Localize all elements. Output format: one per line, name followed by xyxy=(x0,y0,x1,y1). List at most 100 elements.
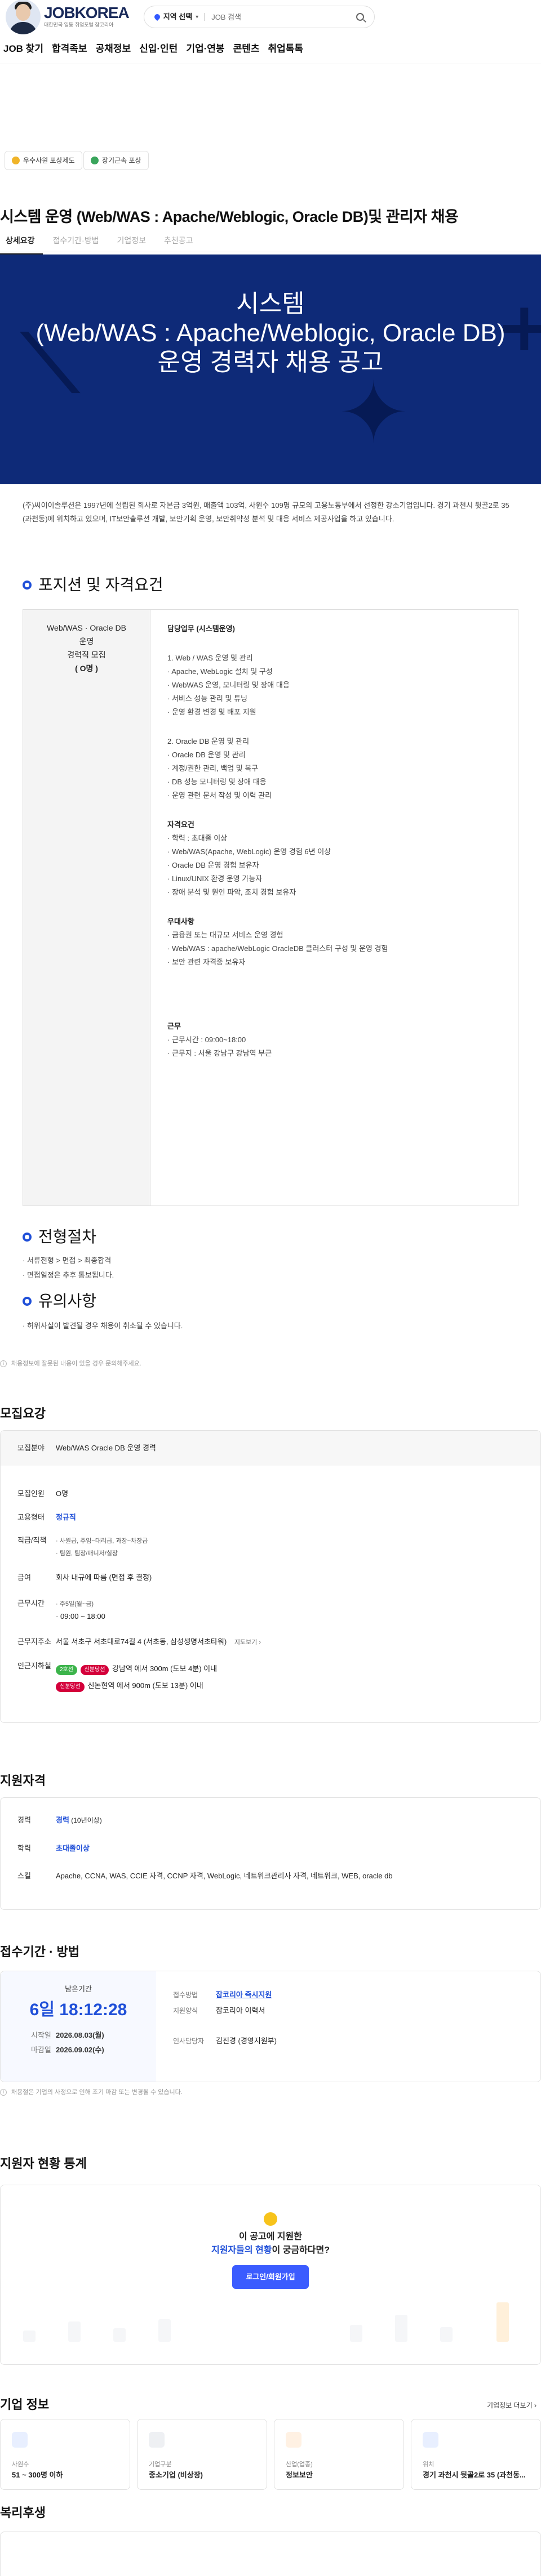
caution-list: · 허위사실이 발견될 경우 채용이 취소될 수 있습니다. xyxy=(23,1319,183,1333)
thinking-face-icon xyxy=(264,2212,277,2226)
list-item: · 근무시간 : 09:00~18:00 xyxy=(167,1035,246,1044)
hero-line: (Web/WAS : Apache/Weblogic, Oracle DB) xyxy=(36,319,505,347)
location-pin-icon xyxy=(153,12,161,21)
chevron-down-icon[interactable]: ▾ xyxy=(196,13,198,21)
list-item: · Linux/UNIX 환경 운영 가능자 xyxy=(167,874,263,883)
duty-db-title: 2. Oracle DB 운영 및 관리 xyxy=(167,737,250,745)
list-item: · Oracle DB 운영 및 관리 xyxy=(167,751,246,759)
company-card-location[interactable]: 위치 경기 과천시 뒷골2로 35 (과천동... xyxy=(411,2419,541,2490)
tab-apply-period[interactable]: 접수기간·방법 xyxy=(47,232,112,252)
apply-heading: 접수기간 · 방법 xyxy=(0,1945,79,1959)
list-item: · 계정/권한 관리, 백업 및 복구 xyxy=(167,764,259,773)
map-link[interactable]: 지도보기 › xyxy=(234,1639,261,1646)
countdown-timer: 6일 18:12:28 xyxy=(29,2000,127,2019)
work-heading: 근무 xyxy=(167,1022,181,1030)
nav-company-salary[interactable]: 기업·연봉 xyxy=(186,42,224,56)
list-item: · WebWAS 운영, 모니터링 및 장애 대응 xyxy=(167,681,290,689)
field-row: 모집분야 Web/WAS Oracle DB 운영 경력 xyxy=(1,1431,540,1466)
qualification-heading: 지원자격 xyxy=(0,1774,46,1788)
skill-row: 스킬 Apache, CCNA, WAS, CCIE 자격, CCNP 자격, … xyxy=(1,1870,540,1882)
tab-recommended[interactable]: 추천공고 xyxy=(158,232,206,252)
company-card-type[interactable]: 기업구분 중소기업 (비상장) xyxy=(137,2419,267,2490)
list-item: · 서비스 성능 관리 및 튜닝 xyxy=(167,694,247,703)
apply-notice: i 채용절은 기업의 사정으로 인해 조기 마감 또는 변경될 수 있습니다. xyxy=(0,2088,183,2097)
trophy-icon xyxy=(12,157,20,164)
subway-line-badge: 신분당선 xyxy=(56,1682,85,1692)
brand-tagline: 대한민국 일등 취업포털 잡코리아 xyxy=(44,22,114,28)
row-key: 근무시간 xyxy=(17,1599,45,1608)
row-value: O명 xyxy=(56,1489,69,1498)
company-card-employees[interactable]: 사원수 51 ~ 300명 이하 xyxy=(0,2419,130,2490)
location-select[interactable]: 지역 선택 xyxy=(163,11,192,23)
remain-label: 남은기간 xyxy=(65,1985,92,1993)
people-icon xyxy=(12,2432,28,2448)
date-label: 마감일 xyxy=(31,2045,51,2054)
pay-row: 급여 회사 내규에 따름 (면접 후 결정) xyxy=(1,1572,540,1583)
notice-text: 채용절은 기업의 사정으로 인해 조기 마감 또는 변경될 수 있습니다. xyxy=(11,2089,183,2096)
brand-logo[interactable]: JOBKOREA 대한민국 일등 취업포털 잡코리아 xyxy=(44,5,130,29)
tab-detail[interactable]: 상세요강 xyxy=(0,232,47,255)
company-heading: 기업 정보 xyxy=(0,2398,50,2412)
row-value-sub: (10년이상) xyxy=(69,1816,102,1824)
card-value: 경기 과천시 뒷골2로 35 (과천동... xyxy=(423,2470,526,2479)
row-key: 근무지주소 xyxy=(17,1637,51,1646)
list-item: · 운영 관련 문서 작성 및 이력 관리 xyxy=(167,791,272,800)
row-value: · 주5일(월~금) xyxy=(56,1600,94,1608)
position-detail-cell: 담당업무 (시스템운영) 1. Web / WAS 운영 및 관리 · Apac… xyxy=(150,610,518,1206)
login-signup-button[interactable]: 로그인/회원가입 xyxy=(232,2265,309,2289)
type-row: 고용형태 정규직 xyxy=(1,1512,540,1523)
positions-table: Web/WAS · Oracle DB 운영 경력직 모집 ( O명 ) 담당업… xyxy=(23,609,518,1206)
search-divider xyxy=(204,13,205,21)
login-prompt: 이 공고에 지원한 지원자들의 현황이 궁금하다면? 로그인/회원가입 xyxy=(1,2212,540,2289)
company-card-industry[interactable]: 산업(업종) 정보보안 xyxy=(274,2419,404,2490)
section-title: 전형절차 xyxy=(38,1228,97,1245)
row-value: · 사원급, 주임~대리급, 과장~차장급 xyxy=(56,1538,148,1544)
page: JOBKOREA 대한민국 일등 취업포털 잡코리아 지역 선택 ▾ JOB 찾… xyxy=(0,0,541,2576)
apply-method-link[interactable]: 잡코리아 즉시지원 xyxy=(216,1990,272,1999)
card-key: 기업구분 xyxy=(149,2461,172,2468)
list-item: · 허위사실이 발견될 경우 채용이 취소될 수 있습니다. xyxy=(23,1322,183,1330)
search-icon[interactable] xyxy=(356,13,364,21)
list-item: · DB 성능 모니터링 및 장애 대응 xyxy=(167,778,267,786)
nav-intern[interactable]: 신입·인턴 xyxy=(139,42,178,56)
report-notice[interactable]: i 채용정보에 잘못된 내용이 있을 경우 문의해주세요. xyxy=(0,1359,141,1369)
row-key: 학력 xyxy=(17,1843,31,1852)
prompt-highlight: 지원자들의 현황 xyxy=(211,2245,272,2255)
tab-company-info[interactable]: 기업정보 xyxy=(111,232,158,252)
job-title: 시스템 운영 (Web/WAS : Apache/Weblogic, Oracl… xyxy=(0,208,459,225)
hero-line: 시스템 xyxy=(236,290,305,318)
nav-job-search[interactable]: JOB 찾기 xyxy=(3,42,43,56)
apply-method-panel: 접수방법 잡코리아 즉시지원 지원양식 잡코리아 이력서 인사담당자 김진경 (경영지… xyxy=(156,1971,540,2082)
nav-talk[interactable]: 취업톡톡 xyxy=(268,42,303,56)
brand-mascot-icon[interactable] xyxy=(6,0,41,34)
section-positions-heading: 포지션 및 자격요건 xyxy=(23,573,163,597)
position-line: 운영 xyxy=(79,637,94,646)
info-icon: i xyxy=(0,2089,7,2096)
company-more-link[interactable]: 기업정보 더보기 › xyxy=(487,2400,536,2410)
list-item: · 보안 관련 자격증 보유자 xyxy=(167,958,246,966)
nav-contents[interactable]: 콘텐츠 xyxy=(233,42,260,56)
company-description: (주)씨이이솔루션은 1997년에 설립된 회사로 자본금 3억원, 매출액 1… xyxy=(23,501,509,523)
badge-label: 우수사원 포상제도 xyxy=(23,157,75,164)
list-item: · 장애 분석 및 원인 파악, 조치 경험 보유자 xyxy=(167,888,296,896)
row-value: 서울 서초구 서초대로74길 4 (서초동, 삼성생명서초타워) xyxy=(56,1637,227,1646)
row-key: 인사담당자 xyxy=(173,2037,205,2045)
nav-pass-guide[interactable]: 합격족보 xyxy=(52,42,87,56)
position-line: Web/WAS · Oracle DB xyxy=(47,623,126,632)
role-row: 직급/직책 · 사원급, 주임~대리급, 과장~차장급 · 팀원, 팀장/매니저… xyxy=(1,1535,540,1560)
subway-line-badge: 신분당선 xyxy=(80,1665,109,1675)
date-label: 시작일 xyxy=(31,2030,51,2039)
section-caution-heading: 유의사항 xyxy=(23,1289,96,1313)
card-key: 사원수 xyxy=(12,2461,29,2468)
list-item: · 금융권 또는 대규모 서비스 운영 경험 xyxy=(167,931,283,939)
position-line: ( O명 ) xyxy=(75,664,98,673)
hero-line: 운영 경력자 채용 공고 xyxy=(157,349,384,376)
leaf-icon xyxy=(91,157,99,164)
nav-public-recruit[interactable]: 공채정보 xyxy=(96,42,131,56)
list-item: · Web/WAS(Apache, WebLogic) 운영 경험 6년 이상 xyxy=(167,847,331,856)
list-item: · 학력 : 초대졸 이상 xyxy=(167,834,228,842)
list-item: · 운영 환경 변경 및 배포 지원 xyxy=(167,708,256,716)
row-value: 초대졸이상 xyxy=(56,1843,90,1852)
search-input[interactable] xyxy=(211,12,356,21)
row-key: 고용형태 xyxy=(17,1512,45,1521)
